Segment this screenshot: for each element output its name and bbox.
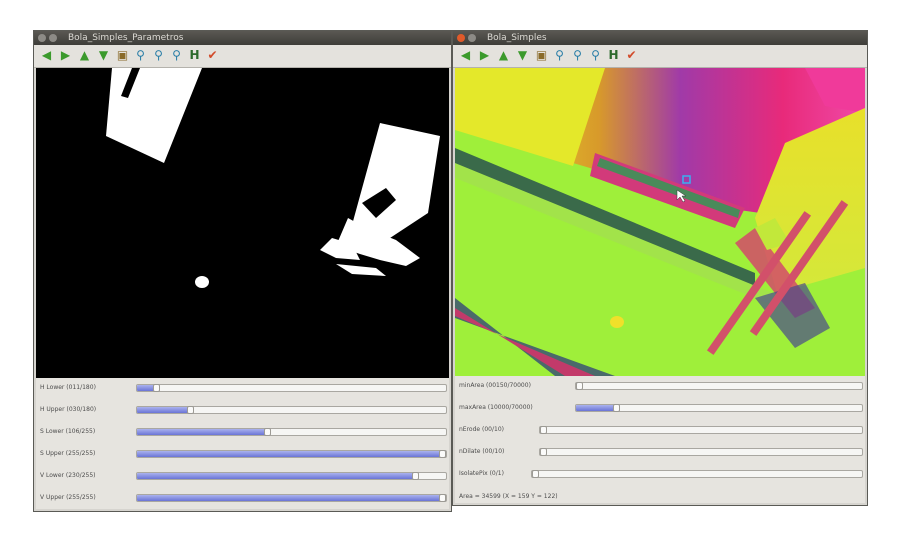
save-icon[interactable]: ▣ — [116, 49, 129, 62]
trackbar-handle[interactable] — [412, 472, 420, 480]
trackbar-n-erode[interactable] — [539, 426, 863, 434]
trackbar-row: H Upper (030/180) — [36, 400, 449, 422]
trackbar-handle[interactable] — [186, 406, 194, 414]
trackbar-label: H Upper (030/180) — [40, 406, 97, 413]
trackbar-label: H Lower (011/180) — [40, 384, 96, 391]
trackbar-handle[interactable] — [576, 382, 583, 390]
trackbar-max-area[interactable] — [575, 404, 863, 412]
trackbar-handle[interactable] — [540, 426, 547, 434]
trackbar-handle[interactable] — [263, 428, 271, 436]
threshold-image — [36, 68, 449, 378]
close-icon[interactable] — [38, 34, 46, 42]
trackbar-handle[interactable] — [152, 384, 160, 392]
window-title: Bola_Simples_Parametros — [68, 33, 184, 43]
toolbar: ◀ ▶ ▲ ▼ ▣ ⚲ ⚲ ⚲ H ✔ — [34, 45, 451, 68]
title-bar: Bola_Simples — [453, 31, 867, 45]
trackbar-s-upper[interactable] — [136, 450, 447, 458]
arrow-up-icon[interactable]: ▲ — [78, 49, 91, 62]
trackbar-handle[interactable] — [439, 450, 446, 458]
save-image-icon[interactable]: H — [607, 49, 620, 62]
trackbar-label: IsolatePix (0/1) — [459, 470, 504, 477]
trackbar-panel: H Lower (011/180) H Upper (030/180) S Lo… — [36, 378, 449, 509]
minimize-icon[interactable] — [49, 34, 57, 42]
arrow-left-icon[interactable]: ◀ — [459, 49, 472, 62]
trackbar-row: nErode (00/10) — [455, 420, 865, 442]
trackbar-v-lower[interactable] — [136, 472, 447, 480]
trackbar-row: V Upper (255/255) — [36, 488, 449, 510]
trackbar-row: S Lower (106/255) — [36, 422, 449, 444]
trackbar-row: V Lower (230/255) — [36, 466, 449, 488]
trackbar-h-lower[interactable] — [136, 384, 447, 392]
arrow-right-icon[interactable]: ▶ — [59, 49, 72, 62]
toolbar: ◀ ▶ ▲ ▼ ▣ ⚲ ⚲ ⚲ H ✔ — [453, 45, 867, 68]
trackbar-min-area[interactable] — [575, 382, 863, 390]
trackbar-v-upper[interactable] — [136, 494, 447, 502]
trackbar-handle[interactable] — [532, 470, 539, 478]
trackbar-row: nDilate (00/10) — [455, 442, 865, 464]
trackbar-fill — [137, 407, 190, 413]
trackbar-row: IsolatePix (0/1) — [455, 464, 865, 486]
trackbar-label: S Lower (106/255) — [40, 428, 96, 435]
threshold-mask — [36, 68, 449, 378]
properties-icon[interactable]: ✔ — [625, 49, 638, 62]
trackbar-fill — [137, 473, 416, 479]
arrow-down-icon[interactable]: ▼ — [97, 49, 110, 62]
trackbar-label: nErode (00/10) — [459, 426, 504, 433]
trackbar-n-dilate[interactable] — [539, 448, 863, 456]
trackbar-fill — [137, 451, 446, 457]
trackbar-row: maxArea (10000/70000) — [455, 398, 865, 420]
trackbar-label: minArea (00150/70000) — [459, 382, 531, 389]
parameters-window: Bola_Simples_Parametros ◀ ▶ ▲ ▼ ▣ ⚲ ⚲ ⚲ … — [33, 30, 452, 512]
close-icon[interactable] — [457, 34, 465, 42]
hsv-camera-frame — [455, 68, 865, 376]
trackbar-row: minArea (00150/70000) — [455, 376, 865, 398]
save-image-icon[interactable]: H — [188, 49, 201, 62]
zoom-in-icon[interactable]: ⚲ — [152, 49, 165, 62]
trackbar-handle[interactable] — [439, 494, 446, 502]
status-bar: Area = 34599 (X = 159 Y = 122) — [459, 493, 558, 500]
trackbar-label: S Upper (255/255) — [40, 450, 96, 457]
arrow-left-icon[interactable]: ◀ — [40, 49, 53, 62]
camera-window: Bola_Simples ◀ ▶ ▲ ▼ ▣ ⚲ ⚲ ⚲ H ✔ minArea… — [452, 30, 868, 506]
trackbar-handle[interactable] — [540, 448, 547, 456]
hsv-camera-image — [455, 68, 865, 376]
trackbar-label: nDilate (00/10) — [459, 448, 505, 455]
trackbar-handle[interactable] — [613, 404, 621, 412]
zoom-out-icon[interactable]: ⚲ — [170, 49, 183, 62]
arrow-right-icon[interactable]: ▶ — [478, 49, 491, 62]
zoom-out-icon[interactable]: ⚲ — [589, 49, 602, 62]
trackbar-label: V Upper (255/255) — [40, 494, 96, 501]
zoom-in-icon[interactable]: ⚲ — [571, 49, 584, 62]
save-icon[interactable]: ▣ — [535, 49, 548, 62]
properties-icon[interactable]: ✔ — [206, 49, 219, 62]
trackbar-fill — [137, 495, 446, 501]
trackbar-isolate-pix[interactable] — [531, 470, 863, 478]
title-bar: Bola_Simples_Parametros — [34, 31, 451, 45]
trackbar-label: maxArea (10000/70000) — [459, 404, 533, 411]
trackbar-fill — [576, 405, 617, 411]
trackbar-label: V Lower (230/255) — [40, 472, 96, 479]
zoom-reset-icon[interactable]: ⚲ — [553, 49, 566, 62]
trackbar-fill — [137, 429, 267, 435]
minimize-icon[interactable] — [468, 34, 476, 42]
trackbar-row: S Upper (255/255) — [36, 444, 449, 466]
trackbar-h-upper[interactable] — [136, 406, 447, 414]
window-title: Bola_Simples — [487, 33, 547, 43]
zoom-reset-icon[interactable]: ⚲ — [134, 49, 147, 62]
trackbar-s-lower[interactable] — [136, 428, 447, 436]
trackbar-panel: minArea (00150/70000) maxArea (10000/700… — [455, 376, 865, 503]
trackbar-row: H Lower (011/180) — [36, 378, 449, 400]
arrow-up-icon[interactable]: ▲ — [497, 49, 510, 62]
arrow-down-icon[interactable]: ▼ — [516, 49, 529, 62]
